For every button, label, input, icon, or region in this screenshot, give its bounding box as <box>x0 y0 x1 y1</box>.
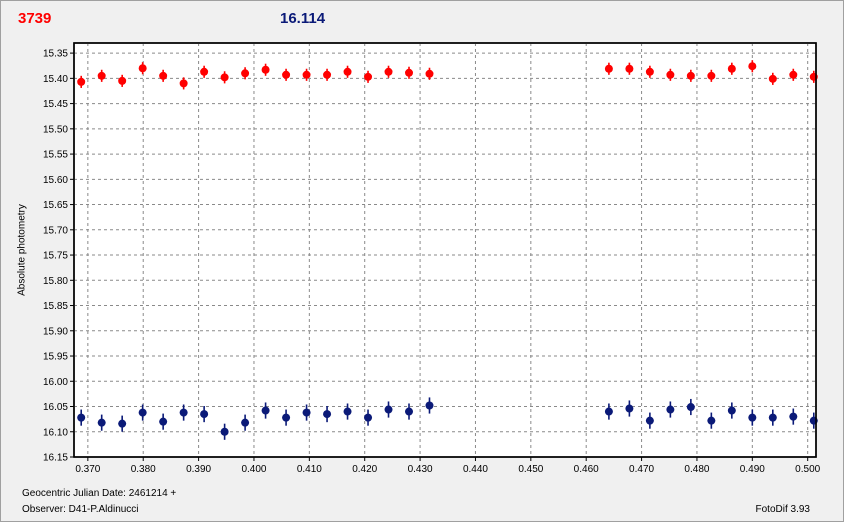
x-tick-label: 0.400 <box>241 464 266 475</box>
data-point <box>159 71 168 80</box>
data-point <box>97 71 106 80</box>
data-point <box>666 70 675 79</box>
data-point <box>118 419 127 428</box>
data-point <box>384 405 393 414</box>
data-point <box>343 67 352 76</box>
y-tick-label: 15.70 <box>43 225 68 236</box>
y-tick-label: 15.85 <box>43 301 68 312</box>
data-point <box>220 73 229 82</box>
x-tick-label: 0.480 <box>684 464 709 475</box>
data-point <box>405 407 414 416</box>
x-tick-label: 0.390 <box>186 464 211 475</box>
y-tick-label: 15.55 <box>43 150 68 161</box>
data-point <box>200 410 209 419</box>
data-point <box>768 74 777 83</box>
software-version-label: FotoDif 3.93 <box>755 504 810 515</box>
plot-area <box>73 42 817 458</box>
data-point <box>425 401 434 410</box>
data-point <box>707 416 716 425</box>
data-point <box>323 70 332 79</box>
data-point <box>768 413 777 422</box>
data-point <box>625 404 634 413</box>
data-point <box>343 407 352 416</box>
y-tick-label: 15.60 <box>43 175 68 186</box>
data-point <box>666 405 675 414</box>
data-point <box>179 408 188 417</box>
y-tick-label: 15.40 <box>43 74 68 85</box>
julian-date-label: Geocentric Julian Date: 2461214 + <box>22 488 177 499</box>
data-point <box>282 413 291 422</box>
data-point <box>159 417 168 426</box>
photometry-chart: 0.370 0.380 0.390 0.400 0.410 0.420 0.430 0.440… <box>43 42 821 475</box>
data-point <box>302 70 311 79</box>
data-point <box>364 413 373 422</box>
data-point <box>282 70 291 79</box>
data-point <box>384 67 393 76</box>
data-point <box>77 77 86 86</box>
data-point <box>364 72 373 81</box>
data-point <box>241 69 250 78</box>
data-point <box>727 406 736 415</box>
x-tick-label: 0.450 <box>518 464 543 475</box>
data-point <box>261 406 270 415</box>
data-point <box>604 64 613 73</box>
data-point <box>425 69 434 78</box>
data-point <box>179 79 188 88</box>
data-point <box>405 68 414 77</box>
data-point <box>645 416 654 425</box>
y-tick-label: 16.05 <box>43 402 68 413</box>
data-point <box>138 408 147 417</box>
y-tick-label: 15.65 <box>43 200 68 211</box>
data-point <box>789 412 798 421</box>
y-tick-label: 16.00 <box>43 377 68 388</box>
y-tick-label: 15.80 <box>43 276 68 287</box>
data-point <box>323 410 332 419</box>
x-tick-label: 0.500 <box>795 464 820 475</box>
y-tick-label: 16.10 <box>43 427 68 438</box>
x-tick-label: 0.440 <box>463 464 488 475</box>
data-point <box>748 62 757 71</box>
x-tick-label: 0.430 <box>408 464 433 475</box>
y-tick-label: 15.50 <box>43 124 68 135</box>
x-tick-label: 0.370 <box>75 464 100 475</box>
y-tick-label: 15.95 <box>43 352 68 363</box>
observer-label: Observer: D41-P.Aldinucci <box>22 504 139 515</box>
y-tick-label: 16.15 <box>43 453 68 464</box>
data-point <box>645 67 654 76</box>
data-point <box>200 67 209 76</box>
data-point <box>727 64 736 73</box>
data-point <box>748 413 757 422</box>
data-point <box>707 71 716 80</box>
x-tick-label: 0.420 <box>352 464 377 475</box>
y-tick-label: 15.35 <box>43 49 68 60</box>
x-tick-label: 0.380 <box>131 464 156 475</box>
x-tick-label: 0.490 <box>740 464 765 475</box>
data-point <box>604 407 613 416</box>
data-point <box>220 427 229 436</box>
data-point <box>686 71 695 80</box>
y-tick-label: 15.75 <box>43 251 68 262</box>
data-point <box>118 76 127 85</box>
data-point <box>625 64 634 73</box>
x-tick-label: 0.470 <box>629 464 654 475</box>
data-point <box>302 408 311 417</box>
x-tick-label: 0.460 <box>574 464 599 475</box>
data-point <box>261 65 270 74</box>
data-point <box>686 403 695 412</box>
data-point <box>138 64 147 73</box>
data-point <box>789 70 798 79</box>
data-point <box>97 418 106 427</box>
x-tick-label: 0.410 <box>297 464 322 475</box>
data-point <box>77 413 86 422</box>
y-tick-label: 15.45 <box>43 99 68 110</box>
data-point <box>241 418 250 427</box>
y-tick-label: 15.90 <box>43 326 68 337</box>
